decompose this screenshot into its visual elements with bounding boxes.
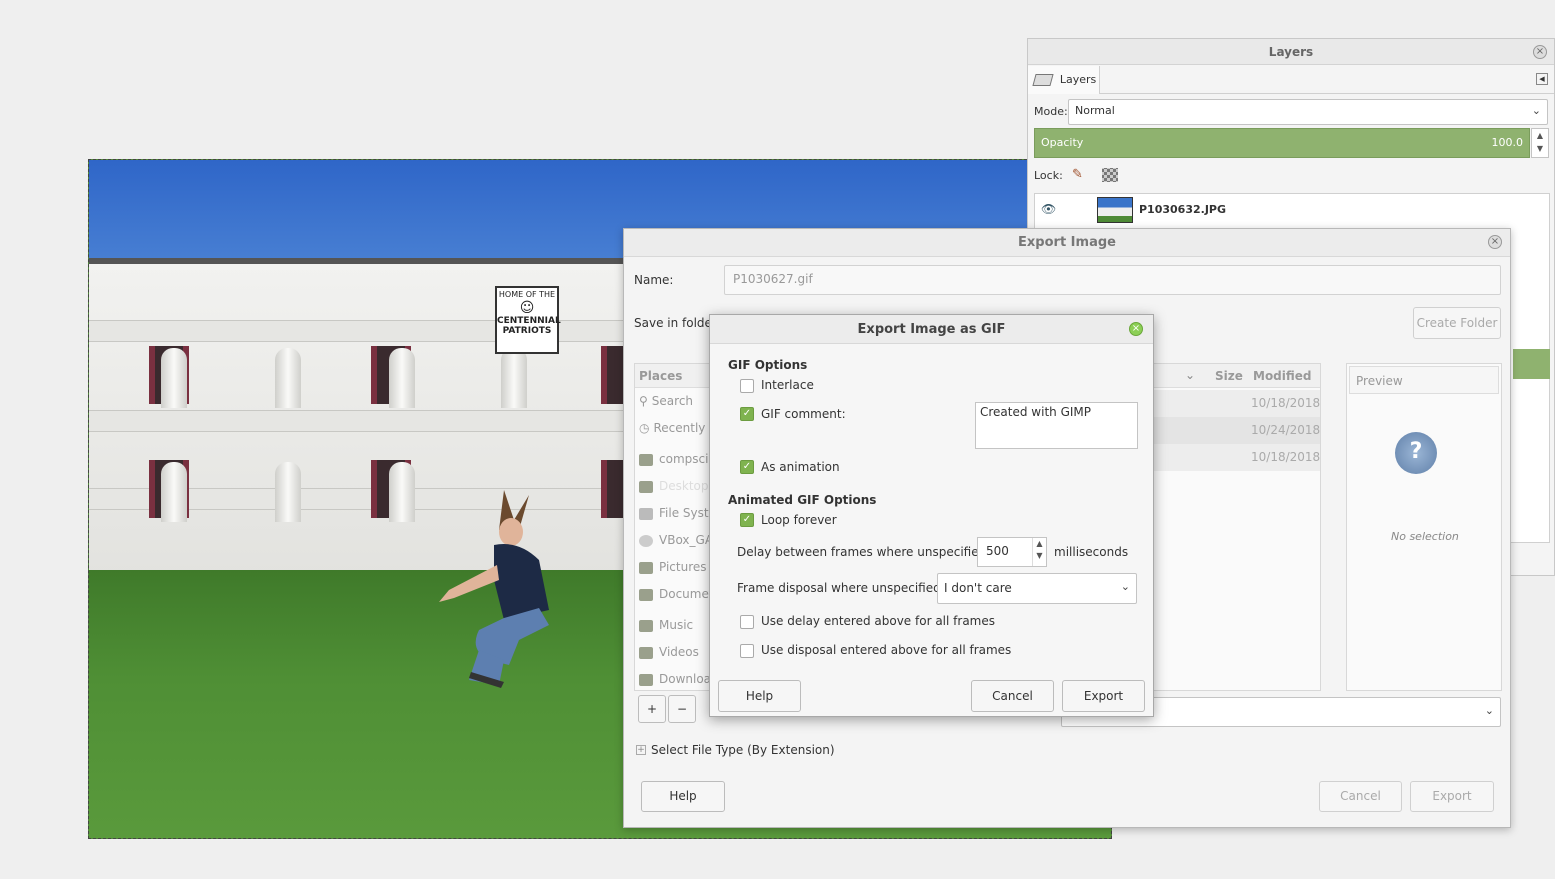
expander-plus-icon[interactable]: + bbox=[636, 745, 646, 755]
gif-cancel-button[interactable]: Cancel bbox=[971, 680, 1054, 712]
folder-icon bbox=[639, 453, 653, 466]
file-row[interactable]: 10/24/2018 bbox=[1125, 417, 1320, 444]
use-disposal-all-label: Use disposal entered above for all frame… bbox=[761, 643, 1012, 657]
jumping-person bbox=[439, 490, 549, 688]
place-pictures[interactable]: Pictures bbox=[639, 560, 707, 580]
preview-header: Preview bbox=[1349, 366, 1499, 394]
animated-options-header: Animated GIF Options bbox=[728, 493, 877, 507]
disposal-select[interactable]: I don't care ⌄ bbox=[937, 573, 1137, 604]
stepper-arrows-icon[interactable]: ▲ ▼ bbox=[1032, 538, 1046, 566]
layer-row[interactable]: 👁 P1030632.JPG bbox=[1035, 194, 1549, 226]
close-icon[interactable]: × bbox=[1129, 322, 1143, 336]
folder-icon bbox=[639, 561, 653, 574]
export-button[interactable]: Export bbox=[1410, 781, 1494, 812]
interlace-label: Interlace bbox=[761, 378, 814, 392]
gif-dialog-title: Export Image as GIF bbox=[710, 315, 1153, 344]
interlace-checkbox[interactable] bbox=[740, 379, 754, 393]
export-dialog-title: Export Image bbox=[624, 229, 1510, 257]
save-in-label: Save in folder: bbox=[634, 316, 721, 330]
select-file-type-expander[interactable]: Select File Type (By Extension) bbox=[651, 743, 835, 757]
tab-menu-icon[interactable]: ◀ bbox=[1536, 73, 1548, 85]
place-compsci[interactable]: compsci bbox=[639, 452, 708, 472]
folder-icon bbox=[639, 588, 653, 601]
folder-icon bbox=[639, 480, 653, 493]
paintbrush-icon[interactable]: ✎ bbox=[1072, 167, 1083, 182]
loop-forever-checkbox[interactable]: ✓ bbox=[740, 513, 754, 527]
mode-label: Mode: bbox=[1034, 105, 1068, 118]
chevron-down-icon: ⌄ bbox=[1484, 704, 1494, 717]
gif-comment-label: GIF comment: bbox=[761, 407, 846, 421]
question-icon: ? bbox=[1395, 432, 1437, 474]
tab-layers[interactable]: Layers bbox=[1028, 66, 1100, 94]
file-row[interactable]: 10/18/2018 bbox=[1125, 390, 1320, 417]
place-videos[interactable]: Videos bbox=[639, 645, 699, 665]
gif-comment-checkbox[interactable]: ✓ bbox=[740, 407, 754, 421]
lock-label: Lock: bbox=[1034, 169, 1063, 182]
gif-export-button[interactable]: Export bbox=[1062, 680, 1145, 712]
place-desktop[interactable]: Desktop bbox=[639, 479, 709, 499]
sort-chevron-icon[interactable]: ⌄ bbox=[1185, 368, 1195, 382]
name-label: Name: bbox=[634, 273, 674, 287]
mode-select[interactable]: Normal ⌄ bbox=[1068, 99, 1548, 125]
checker-lock-icon[interactable] bbox=[1102, 168, 1118, 182]
search-icon: ⚲ bbox=[639, 394, 648, 408]
place-search[interactable]: ⚲ Search bbox=[639, 394, 693, 414]
opacity-slider[interactable]: Opacity 100.0 bbox=[1034, 128, 1530, 158]
close-icon[interactable]: × bbox=[1533, 45, 1547, 59]
eye-icon[interactable]: 👁 bbox=[1041, 202, 1056, 216]
add-place-button[interactable]: + bbox=[638, 695, 666, 723]
opacity-stepper[interactable]: ▲ ▼ bbox=[1531, 128, 1549, 158]
chevron-down-icon: ⌄ bbox=[1531, 104, 1541, 117]
use-delay-all-checkbox[interactable] bbox=[740, 615, 754, 629]
no-selection-text: No selection bbox=[1391, 530, 1459, 543]
school-sign: HOME OF THE ☺ CENTENNIAL PATRIOTS bbox=[495, 286, 561, 354]
as-animation-label: As animation bbox=[761, 460, 840, 474]
gif-options-header: GIF Options bbox=[728, 358, 808, 372]
file-row[interactable]: 10/18/2018 bbox=[1125, 444, 1320, 471]
folder-icon bbox=[639, 646, 653, 659]
disc-icon bbox=[639, 534, 653, 547]
disposal-label: Frame disposal where unspecified: bbox=[737, 581, 945, 595]
chevron-down-icon: ⌄ bbox=[1120, 580, 1130, 593]
layer-thumbnail bbox=[1097, 197, 1133, 223]
layers-icon bbox=[1032, 73, 1054, 86]
cancel-button[interactable]: Cancel bbox=[1319, 781, 1402, 812]
remove-place-button[interactable]: − bbox=[668, 695, 696, 723]
column-modified[interactable]: Modified bbox=[1253, 369, 1312, 383]
delay-unit: milliseconds bbox=[1054, 545, 1129, 559]
folder-icon bbox=[639, 619, 653, 632]
export-gif-dialog: Export Image as GIF × GIF Options Interl… bbox=[709, 314, 1154, 717]
place-vbox[interactable]: VBox_GAs bbox=[639, 533, 719, 553]
delay-stepper[interactable]: 500 ▲ ▼ bbox=[977, 537, 1047, 567]
drive-icon bbox=[639, 507, 653, 520]
use-disposal-all-checkbox[interactable] bbox=[740, 644, 754, 658]
create-folder-button[interactable]: Create Folder bbox=[1413, 307, 1501, 339]
close-icon[interactable]: × bbox=[1488, 235, 1502, 249]
delay-label: Delay between frames where unspecified: bbox=[737, 545, 991, 559]
loop-forever-label: Loop forever bbox=[761, 513, 837, 527]
preview-panel: Preview ? No selection bbox=[1346, 363, 1502, 691]
help-button[interactable]: Help bbox=[641, 781, 725, 812]
column-size[interactable]: Size bbox=[1215, 369, 1243, 383]
folder-icon bbox=[639, 673, 653, 686]
use-delay-all-label: Use delay entered above for all frames bbox=[761, 614, 995, 628]
layer-name: P1030632.JPG bbox=[1139, 203, 1227, 216]
layers-dock-title: Layers bbox=[1028, 39, 1554, 65]
clock-icon: ◷ bbox=[639, 421, 650, 435]
place-music[interactable]: Music bbox=[639, 618, 693, 638]
gif-help-button[interactable]: Help bbox=[718, 680, 801, 712]
gif-comment-textarea[interactable]: Created with GIMP bbox=[975, 402, 1138, 449]
filename-input[interactable]: P1030627.gif bbox=[724, 265, 1501, 295]
as-animation-checkbox[interactable]: ✓ bbox=[740, 460, 754, 474]
